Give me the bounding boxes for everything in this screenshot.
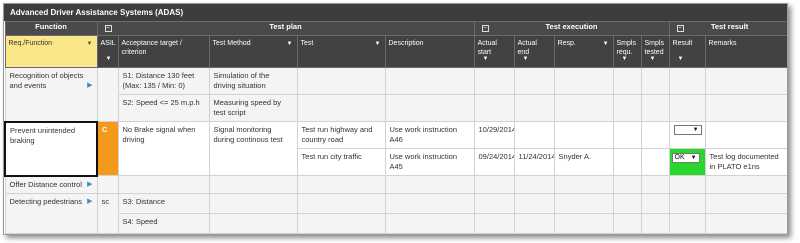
asil-cell[interactable] [96, 67, 119, 122]
window-title: Advanced Driver Assistance Systems (ADAS… [4, 4, 787, 21]
remarks-cell[interactable]: Test log documented in PLATO e1ns [704, 148, 787, 176]
col-actual-end[interactable]: Actual end ▼ [513, 35, 555, 68]
acceptance-cell[interactable]: S3: Distance [117, 192, 210, 214]
filter-triangle-icon[interactable]: ▼ [678, 55, 684, 64]
group-header-row: Function – Test plan – Test execution – Tes… [4, 21, 787, 36]
column-header-row: Req./Function ▼ ASIL ▼ Acceptance target /… [4, 35, 787, 68]
resp-cell[interactable]: Snyder A. [553, 148, 614, 176]
col-test[interactable]: Test ▼ [296, 35, 386, 68]
col-actual-start[interactable]: Actual start ▼ [473, 35, 515, 68]
expand-arrow-icon[interactable]: ▶ [87, 81, 92, 91]
group-function: Function [4, 21, 98, 36]
table-row[interactable]: Prevent unintended braking C No Brake si… [4, 120, 787, 177]
function-cell[interactable]: Offer Distance control ▶ [4, 175, 98, 194]
table-row[interactable]: Offer Distance control ▶ [4, 175, 787, 194]
acceptance-cell[interactable]: S1: Distance 130 feet (Max: 135 / Min: 0… [117, 67, 210, 95]
col-asil[interactable]: ASIL ▼ [96, 35, 119, 68]
result-cell-ok[interactable]: OK ▼ [668, 148, 706, 176]
col-resp[interactable]: Resp. ▼ [553, 35, 614, 68]
description-cell[interactable]: Use work instruction A46 [384, 121, 475, 149]
start-cell[interactable]: 09/24/2014 [473, 148, 515, 176]
acceptance-cell[interactable]: S2: Speed <= 25 m.p.h [117, 94, 210, 122]
expand-arrow-icon[interactable]: ▶ [87, 180, 92, 190]
collapse-minus-icon[interactable]: – [481, 25, 489, 32]
col-description[interactable]: Description [384, 35, 475, 68]
method-cell[interactable]: Measuring speed by test script [208, 94, 298, 122]
collapse-minus-icon[interactable]: – [104, 25, 112, 32]
function-cell[interactable]: Recognition of objects and events ▶ [4, 67, 98, 122]
filter-triangle-icon[interactable]: ▼ [650, 55, 656, 64]
result-cell[interactable]: ▼ [668, 121, 706, 149]
group-test-plan[interactable]: – Test plan [96, 21, 475, 36]
end-cell[interactable]: 11/24/2014 [513, 148, 555, 176]
filter-triangle-icon[interactable]: ▼ [483, 55, 489, 64]
collapse-minus-icon[interactable]: – [676, 25, 684, 32]
filter-triangle-icon[interactable]: ▼ [87, 40, 93, 49]
function-cell[interactable]: Detecting pedestrians ▶ [4, 192, 98, 234]
table-row[interactable]: S4: Speed [5, 212, 787, 234]
filter-triangle-icon[interactable]: ▼ [622, 55, 628, 64]
filter-triangle-icon[interactable]: ▼ [603, 40, 609, 49]
acceptance-cell[interactable]: S4: Speed [117, 212, 210, 234]
col-acceptance[interactable]: Acceptance target / criterion [117, 35, 210, 68]
chevron-down-icon: ▼ [692, 127, 699, 133]
description-cell[interactable]: Use work instruction A45 [384, 148, 475, 176]
table-row[interactable]: Detecting pedestrians ▶ sc S3: Distance [4, 192, 787, 234]
result-select[interactable]: OK ▼ [671, 153, 700, 163]
group-test-execution[interactable]: – Test execution [473, 21, 670, 36]
test-cell[interactable]: Test run highway and country road [296, 121, 386, 149]
col-req-function[interactable]: Req./Function ▼ [4, 35, 98, 68]
test-cell[interactable]: Test run city traffic [296, 148, 386, 176]
acceptance-cell[interactable]: No Brake signal when driving [117, 121, 210, 176]
table-row[interactable]: S2: Speed <= 25 m.p.h Measuring speed by… [5, 94, 787, 122]
expand-arrow-icon[interactable]: ▶ [87, 197, 92, 207]
table-row[interactable]: Recognition of objects and events ▶ S1: … [4, 67, 787, 122]
method-cell[interactable]: Simulation of the driving situation [208, 67, 298, 95]
col-samples-tested[interactable]: Smpls tested ▼ [640, 35, 670, 68]
chevron-down-icon: ▼ [690, 155, 697, 161]
filter-triangle-icon[interactable]: ▼ [375, 40, 381, 49]
group-test-result[interactable]: – Test result [668, 21, 787, 36]
filter-triangle-icon[interactable]: ▼ [523, 55, 529, 64]
method-cell[interactable]: Signal monitoring during continous test [208, 121, 298, 176]
start-cell[interactable]: 10/29/2014 [473, 121, 515, 149]
function-cell-selected[interactable]: Prevent unintended braking [4, 120, 98, 177]
result-select[interactable]: ▼ [673, 125, 702, 135]
col-samples-requ[interactable]: Smpls requ. ▼ [612, 35, 642, 68]
col-result[interactable]: Result ▼ [668, 35, 706, 68]
filter-triangle-icon[interactable]: ▼ [287, 40, 293, 49]
filter-triangle-icon[interactable]: ▼ [106, 55, 112, 64]
adas-window: Advanced Driver Assistance Systems (ADAS… [3, 3, 788, 235]
col-test-method[interactable]: Test Method ▼ [208, 35, 298, 68]
asil-cell[interactable]: sc [96, 192, 119, 234]
asil-badge[interactable]: C [96, 121, 119, 176]
col-remarks[interactable]: Remarks [704, 35, 787, 68]
test-table: Function – Test plan – Test execution – Tes… [4, 21, 787, 234]
